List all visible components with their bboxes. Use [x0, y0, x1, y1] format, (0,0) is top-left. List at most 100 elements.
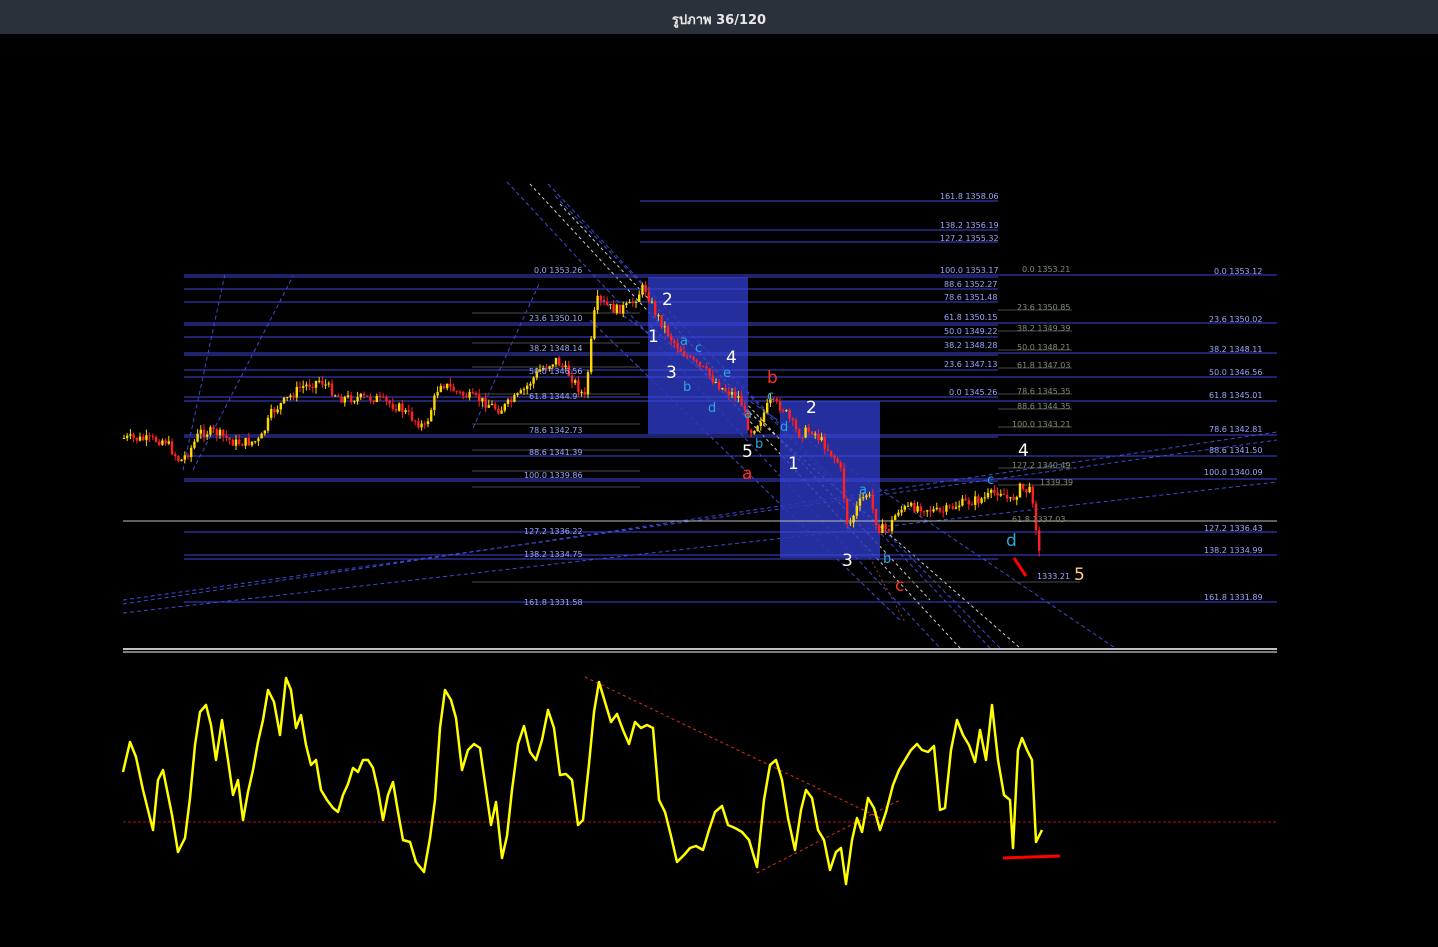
candle-body [215, 429, 218, 436]
candle-body [199, 429, 202, 434]
candle-body [638, 294, 641, 302]
candle-body [670, 336, 673, 341]
candle-body [778, 401, 782, 411]
candle-body [705, 366, 708, 369]
candle-body [330, 383, 334, 396]
candle-body [906, 505, 910, 507]
candle-body [660, 315, 663, 328]
candle-body [993, 489, 996, 493]
candle-body [785, 410, 788, 412]
candle-body [599, 295, 602, 301]
candle-body [999, 494, 1002, 496]
candle-body [682, 351, 686, 357]
wave-label: 4 [726, 348, 737, 368]
wave-label: 4 [1018, 441, 1029, 461]
candle-body [433, 395, 436, 411]
candle-body [401, 403, 404, 413]
candle-body [266, 417, 270, 431]
candle-body [167, 441, 170, 444]
candle-body [410, 411, 414, 421]
candle-body [942, 511, 945, 513]
candle-body [823, 437, 826, 450]
candle-body [756, 425, 759, 431]
candle-body [586, 372, 590, 395]
candle-body [321, 380, 324, 385]
candle-body [679, 348, 682, 352]
candle-body [289, 395, 292, 398]
candle-body [842, 467, 846, 499]
wave-label: a [744, 407, 752, 422]
candle-body [138, 436, 142, 441]
fib-label: 100.0 1340.09 [1204, 468, 1263, 477]
candle-body [442, 386, 446, 389]
candle-body [478, 394, 481, 402]
candle-body [590, 338, 593, 373]
candle-body [1031, 486, 1034, 504]
candle-body [762, 412, 766, 423]
candle-body [558, 357, 561, 366]
candle-body [593, 310, 596, 339]
candle-body [238, 439, 241, 445]
wave-label: c [695, 341, 702, 356]
candle-body [404, 410, 407, 413]
candle-body [407, 410, 410, 412]
candle-body [263, 430, 266, 434]
wave-label: a [742, 464, 752, 484]
wave-label: d [708, 401, 716, 416]
candle-body [145, 435, 148, 441]
candle-body [606, 301, 609, 305]
candle-body [554, 357, 558, 365]
candle-body [295, 386, 298, 398]
candle-body [1025, 489, 1028, 493]
candle-body [510, 399, 513, 402]
candle-body [951, 506, 954, 509]
candle-body [948, 505, 951, 507]
candle-body [154, 436, 158, 442]
fib-label: 78.6 1351.48 [944, 293, 997, 302]
fib-label: 88.6 1352.27 [944, 280, 997, 289]
wave-label: a [680, 334, 688, 349]
candle-body [945, 505, 948, 512]
candle-body [884, 524, 887, 530]
candle-body [426, 421, 430, 425]
candle-body [222, 429, 225, 436]
candle-body [158, 441, 161, 445]
candle-body [625, 303, 628, 306]
candle-body [644, 284, 647, 293]
wave-label: 2 [806, 398, 817, 418]
wave-label: c [987, 473, 994, 488]
fib-label: 161.8 1358.06 [940, 192, 999, 201]
candle-body [186, 455, 190, 457]
candle-body [209, 427, 212, 435]
candle-body [423, 423, 426, 425]
candle-body [714, 382, 718, 384]
candle-body [436, 391, 439, 396]
candle-body [980, 498, 983, 503]
title-bar: รูปภาพ 36/120 [0, 0, 1438, 34]
candle-body [305, 384, 308, 387]
candle-body [452, 386, 455, 392]
candle-body [318, 380, 321, 382]
candle-body [254, 441, 257, 443]
candle-body [366, 395, 369, 397]
candle-body [151, 436, 154, 438]
candle-body [343, 396, 346, 403]
candle-body [657, 315, 660, 317]
candle-body [996, 492, 999, 496]
candle-body [580, 391, 583, 393]
wave-label: 2 [662, 290, 673, 310]
candle-body [788, 410, 791, 419]
candle-body [826, 449, 830, 451]
candle-body [634, 301, 638, 303]
candle-body [455, 391, 458, 393]
candle-body [654, 301, 657, 316]
candle-body [836, 458, 839, 463]
fib-label: 100.0 1339.86 [524, 471, 583, 480]
candle-body [967, 500, 970, 505]
candle-body [753, 430, 756, 434]
fib-label: 138.2 1334.99 [1204, 546, 1263, 555]
candle-body [218, 429, 222, 436]
candle-body [196, 433, 199, 442]
wave-label: a [859, 483, 867, 498]
candle-body [506, 399, 510, 404]
